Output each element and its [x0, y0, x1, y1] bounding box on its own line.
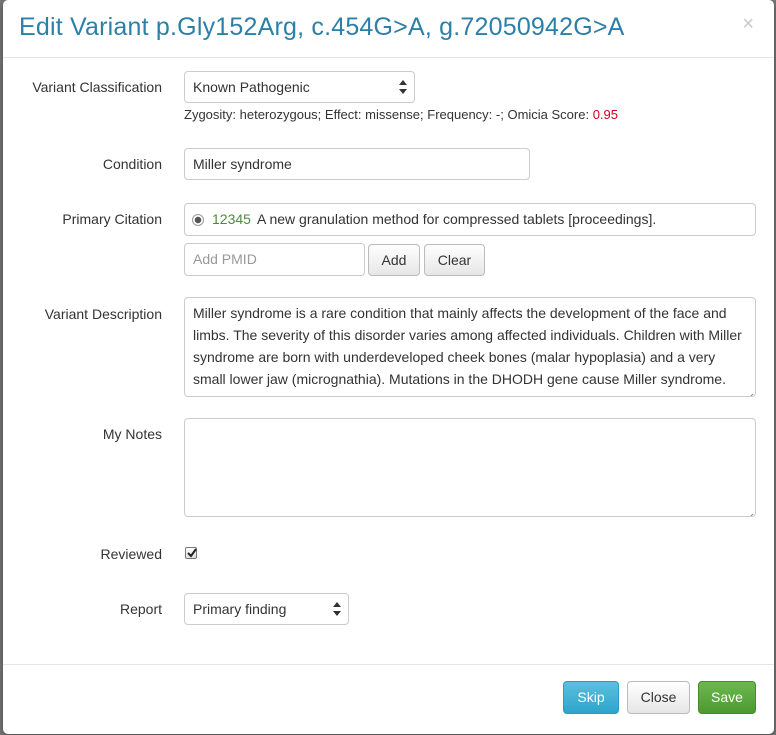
reviewed-checkbox[interactable] [185, 547, 197, 559]
report-value: Primary finding [193, 601, 287, 617]
variant-info-text: Zygosity: heterozygous; Effect: missense… [184, 107, 618, 122]
primary-citation-label: Primary Citation [62, 211, 162, 227]
variant-description-textarea[interactable]: Miller syndrome is a rare condition that… [184, 297, 756, 397]
add-pmid-input[interactable]: Add PMID [184, 243, 365, 276]
condition-value: Miller syndrome [193, 156, 292, 172]
reviewed-label: Reviewed [100, 546, 162, 562]
modal-footer: Skip Close Save [3, 664, 774, 734]
close-button[interactable]: Close [627, 681, 690, 714]
add-pmid-button[interactable]: Add [368, 244, 420, 276]
save-button[interactable]: Save [698, 681, 756, 714]
citation-title: A new granulation method for compressed … [257, 211, 657, 227]
omicia-score-value: 0.95 [592, 107, 619, 122]
variant-description-label: Variant Description [44, 306, 162, 322]
condition-input[interactable]: Miller syndrome [184, 148, 530, 180]
condition-label: Condition [102, 156, 162, 172]
add-pmid-placeholder: Add PMID [193, 251, 257, 267]
clear-pmid-button[interactable]: Clear [424, 244, 485, 276]
my-notes-label: My Notes [102, 426, 162, 442]
select-arrows-icon [399, 79, 407, 95]
variant-classification-select[interactable]: Known Pathogenic [184, 71, 415, 103]
checkmark-icon [187, 548, 197, 558]
variant-description-text: Miller syndrome is a rare condition that… [193, 305, 742, 396]
citation-pmid-link[interactable]: 12345 [212, 211, 251, 227]
variant-classification-label: Variant Classification [32, 79, 162, 95]
close-icon[interactable]: × [742, 14, 754, 34]
report-label: Report [119, 601, 162, 617]
select-arrows-icon [333, 601, 341, 617]
my-notes-textarea[interactable] [184, 418, 756, 517]
resize-grip-icon[interactable] [745, 506, 754, 516]
modal-header: Edit Variant p.Gly152Arg, c.454G>A, g.72… [3, 0, 774, 58]
citation-list: 12345 A new granulation method for compr… [184, 203, 756, 236]
skip-button[interactable]: Skip [563, 681, 619, 714]
variant-classification-value: Known Pathogenic [193, 79, 310, 95]
modal-title: Edit Variant p.Gly152Arg, c.454G>A, g.72… [19, 13, 625, 41]
variant-info-summary: Zygosity: heterozygous; Effect: missense… [184, 107, 593, 122]
edit-variant-modal: Edit Variant p.Gly152Arg, c.454G>A, g.72… [3, 0, 774, 734]
resize-grip-icon[interactable] [745, 386, 754, 396]
report-select[interactable]: Primary finding [184, 593, 349, 625]
radio-selected-icon[interactable] [192, 214, 204, 226]
